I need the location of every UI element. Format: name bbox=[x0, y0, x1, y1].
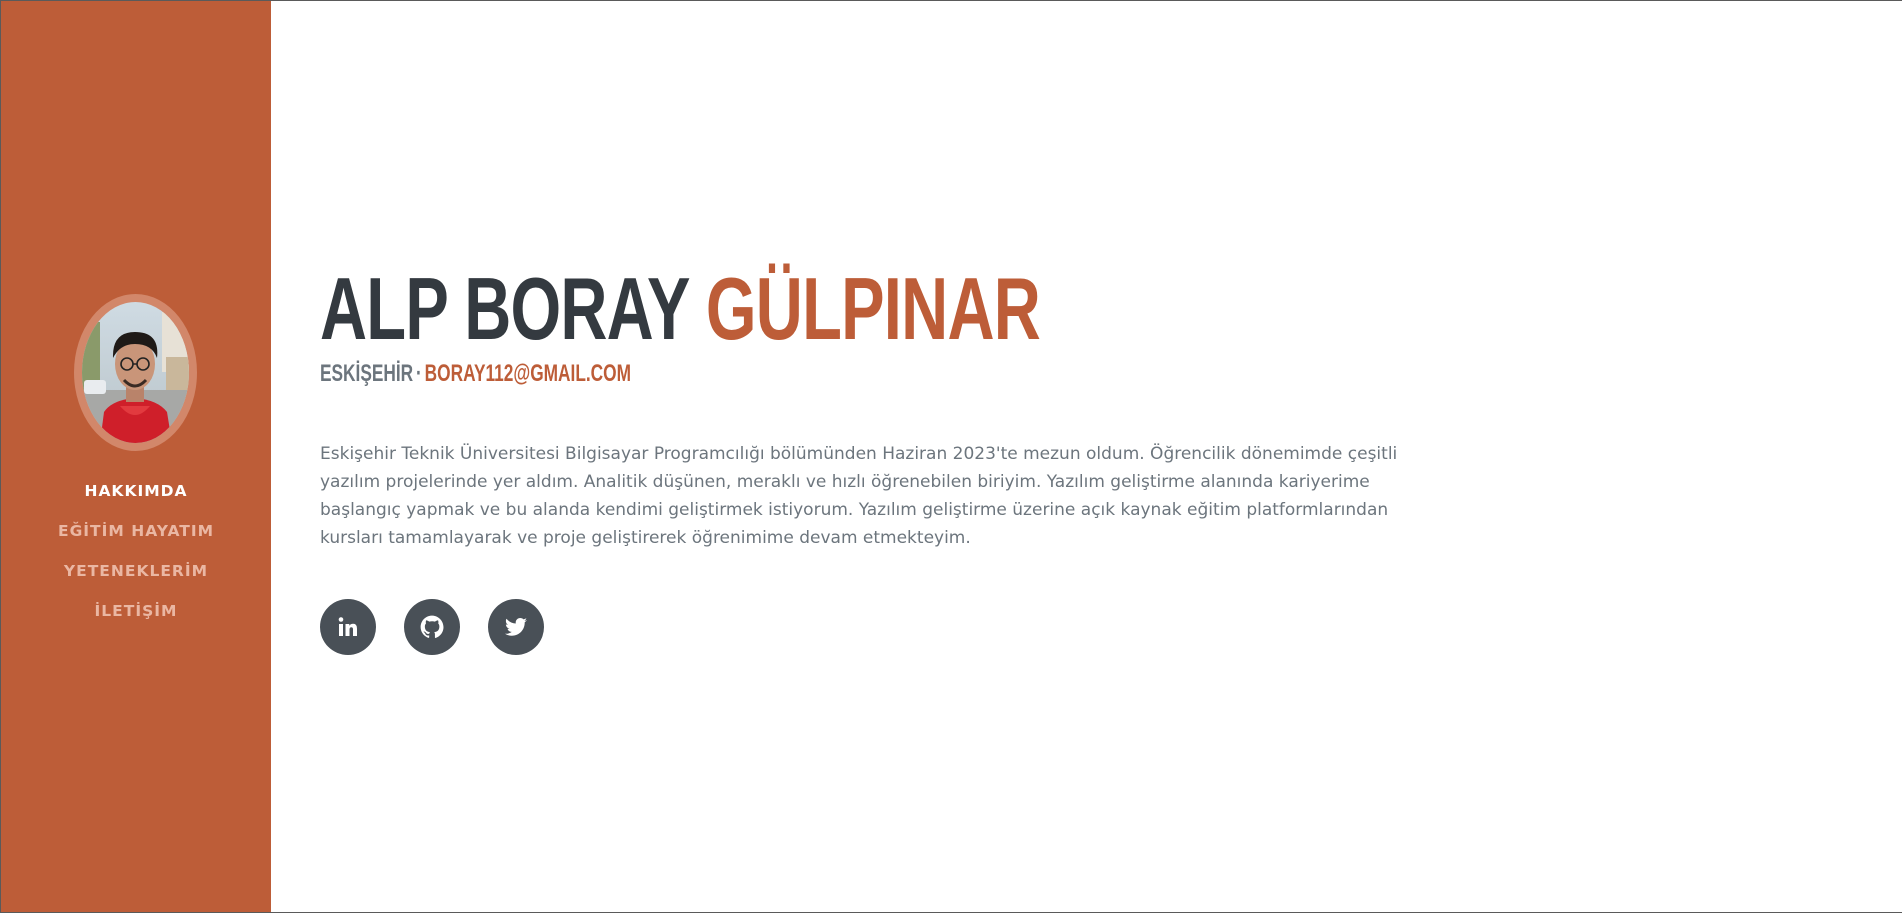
sidebar: HAKKIMDA EĞİTİM HAYATIM YETENEKLERİM İLE… bbox=[1, 1, 271, 912]
nav-item-iletisim: İLETİŞİM bbox=[1, 599, 271, 639]
nav-link-hakkimda[interactable]: HAKKIMDA bbox=[84, 479, 187, 503]
avatar bbox=[82, 302, 189, 443]
about-text: Eskişehir Teknik Üniversitesi Bilgisayar… bbox=[320, 444, 1398, 548]
email-link[interactable]: BORAY112@GMAIL.COM bbox=[425, 360, 631, 387]
first-name: ALP BORAY bbox=[320, 259, 689, 358]
linkedin-icon bbox=[338, 617, 357, 636]
linkedin-button[interactable] bbox=[320, 599, 376, 655]
avatar-frame bbox=[74, 294, 197, 451]
github-button[interactable] bbox=[404, 599, 460, 655]
nav-link-egitim[interactable]: EĞİTİM HAYATIM bbox=[58, 519, 214, 543]
nav-link-yetenekler[interactable]: YETENEKLERİM bbox=[64, 559, 208, 583]
nav-item-yetenekler: YETENEKLERİM bbox=[1, 559, 271, 599]
page: HAKKIMDA EĞİTİM HAYATIM YETENEKLERİM İLE… bbox=[0, 0, 1902, 913]
last-name: GÜLPINAR bbox=[705, 259, 1041, 358]
twitter-icon bbox=[505, 618, 527, 636]
contact-line: ESKİŞEHİR · BORAY112@GMAIL.COM bbox=[320, 359, 631, 389]
separator: · bbox=[416, 360, 422, 387]
nav-item-hakkimda: HAKKIMDA bbox=[1, 479, 271, 519]
page-title: ALP BORAY GÜLPINAR bbox=[320, 264, 1041, 354]
nav-item-egitim: EĞİTİM HAYATIM bbox=[1, 519, 271, 559]
nav-menu: HAKKIMDA EĞİTİM HAYATIM YETENEKLERİM İLE… bbox=[1, 479, 271, 639]
nav-link-iletisim[interactable]: İLETİŞİM bbox=[95, 599, 178, 623]
twitter-button[interactable] bbox=[488, 599, 544, 655]
social-icons bbox=[320, 599, 544, 655]
github-icon bbox=[420, 615, 444, 638]
city: ESKİŞEHİR bbox=[320, 360, 414, 387]
